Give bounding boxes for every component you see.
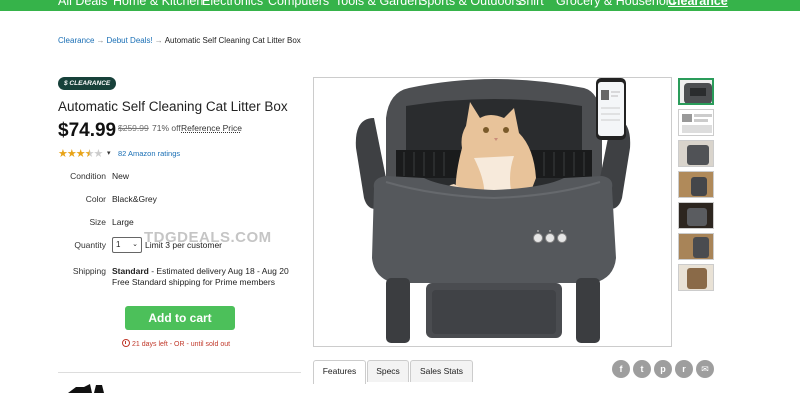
star-full-icon: ★ [58,148,68,160]
shipping-estimate: Standard - Estimated delivery Aug 18 - A… [112,266,289,276]
size-label: Size [89,217,106,227]
breadcrumb: Clearance → Debut Deals! → Automatic Self Cl… [58,36,301,45]
chevron-down-icon: ⌄ [132,241,138,248]
main-product-image[interactable] [313,77,672,347]
nav-item-all-deals[interactable]: All Deals [58,0,107,8]
thumbnail-2[interactable] [678,109,714,136]
brand-logo-fragment [68,384,104,393]
section-divider [58,372,301,373]
size-value: Large [112,217,134,227]
breadcrumb-current: Automatic Self Cleaning Cat Litter Box [164,36,301,45]
sale-price: $74.99 [58,120,117,141]
deal-timer-text: 21 days left - OR - until sold out [132,341,231,348]
nav-item-computers[interactable]: Computers [268,0,329,8]
shipping-label: Shipping [72,266,106,276]
nav-item-shirt[interactable]: Shirt [518,0,544,8]
clock-icon [122,339,130,347]
nav-item-clearance[interactable]: Clearance [668,0,728,8]
nav-item-home-kitchen[interactable]: Home & Kitchen [113,0,203,8]
deal-timer: 21 days left - OR - until sold out [122,339,230,348]
top-nav-bar: All Deals Home & Kitchen Electronics Com… [0,0,800,11]
breadcrumb-separator: → [96,36,105,45]
thumbnail-6[interactable] [678,233,714,260]
litter-box-illustration [355,78,631,343]
tab-sales-stats[interactable]: Sales Stats [410,360,473,382]
discount-percent: 71% off [152,123,181,133]
rating-caret-icon[interactable]: ▾ [107,149,111,157]
ratings-count-link[interactable]: 82 Amazon ratings [118,149,180,158]
star-full-icon: ★ [75,148,86,160]
tab-specs[interactable]: Specs [367,360,409,382]
breadcrumb-link-debut-deals[interactable]: Debut Deals! [106,36,152,45]
star-full-icon: ★ [66,148,77,160]
tab-features[interactable]: Features [313,360,366,384]
nav-item-sports-outdoors[interactable]: Sports & Outdoors [419,0,522,8]
quantity-value: 1 [116,240,121,249]
breadcrumb-separator: → [154,36,163,45]
reddit-icon[interactable]: r [675,360,693,378]
add-to-cart-button[interactable]: Add to cart [125,306,235,330]
email-icon[interactable]: ✉ [696,360,714,378]
pinterest-icon[interactable]: p [654,360,672,378]
condition-label: Condition [70,171,106,181]
breadcrumb-link-clearance[interactable]: Clearance [58,36,94,45]
thumbnail-4[interactable] [678,171,714,198]
twitter-icon[interactable]: t [633,360,651,378]
shipping-method: Standard [112,266,149,276]
reference-price-link[interactable]: Reference Price [181,123,242,133]
shipping-note: Free Standard shipping for Prime members [112,277,275,287]
nav-item-tools-garden[interactable]: Tools & Garden [335,0,421,8]
quantity-select[interactable]: 1 ⌄ [112,237,142,253]
watermark: TDGDEALS.COM [144,229,272,246]
facebook-icon[interactable]: f [612,360,630,378]
thumbnail-7[interactable] [678,264,714,291]
thumbnail-1[interactable] [678,78,714,105]
star-half-icon: ★ [84,148,95,160]
clearance-badge: $ CLEARANCE [58,77,117,90]
original-price: $259.99 [118,123,149,133]
nav-item-grocery-household[interactable]: Grocery & Household [556,0,676,8]
star-rating[interactable]: ★★★★★ [58,147,104,160]
thumbnail-5[interactable] [678,202,714,229]
nav-item-electronics[interactable]: Electronics [202,0,263,8]
quantity-label: Quantity [74,240,106,250]
star-empty-icon: ★ [93,148,104,160]
thumbnail-3[interactable] [678,140,714,167]
product-title: Automatic Self Cleaning Cat Litter Box [58,99,288,114]
color-label: Color [85,194,106,204]
color-value: Black&Grey [112,194,157,204]
condition-value: New [112,171,130,181]
shipping-delivery-window: - Estimated delivery Aug 18 - Aug 20 [148,266,289,276]
